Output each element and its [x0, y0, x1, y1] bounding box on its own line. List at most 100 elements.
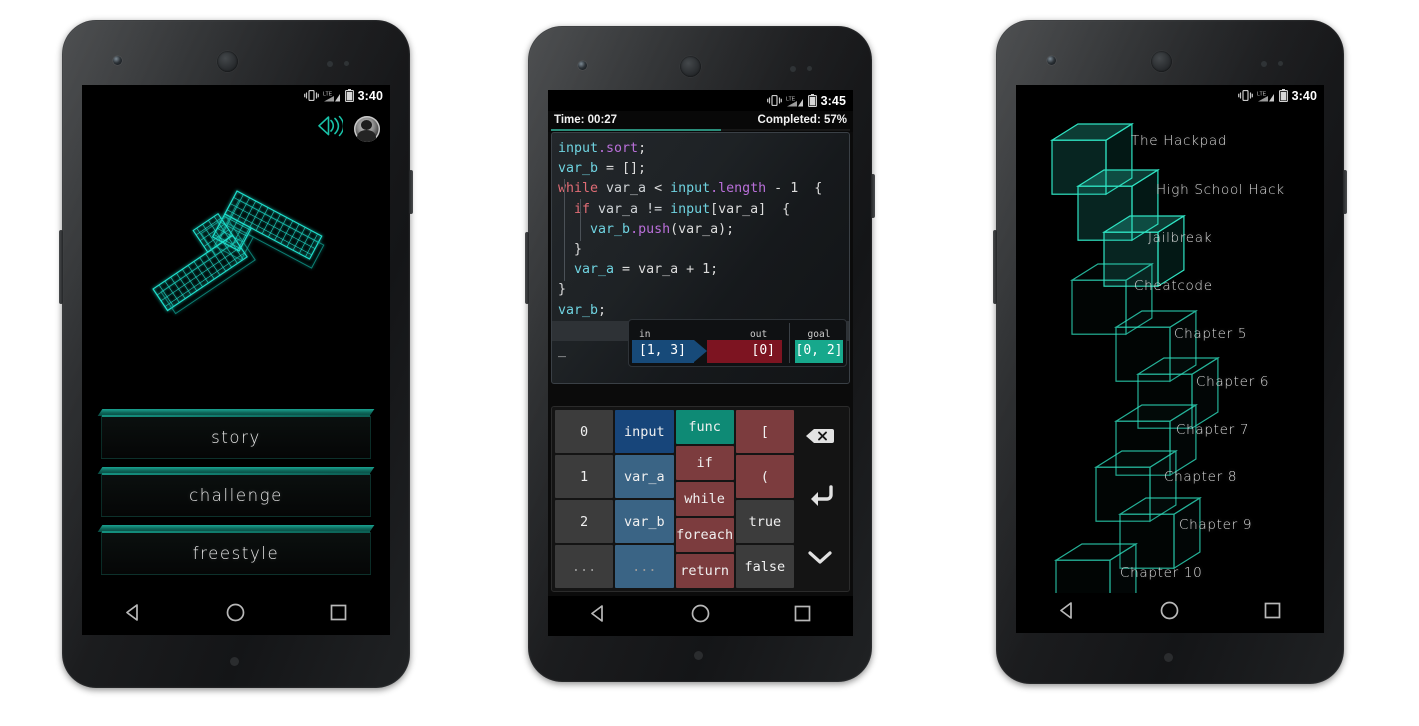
- code-line[interactable]: var_b;: [552, 301, 849, 321]
- nav-back-button[interactable]: [588, 603, 609, 629]
- key-2[interactable]: 2: [555, 500, 614, 543]
- key-var_b[interactable]: var_b: [615, 500, 674, 543]
- progress-fill: [551, 129, 722, 131]
- top-icon-row: [316, 114, 380, 143]
- key-if[interactable]: if: [675, 446, 734, 480]
- android-status-bar: LTE 3:40: [1016, 85, 1324, 106]
- code-token: _: [558, 343, 567, 359]
- code-line[interactable]: }: [552, 240, 849, 260]
- vibrate-icon: [766, 95, 782, 106]
- nav-back-button[interactable]: [123, 602, 144, 628]
- keyboard-column: func if while foreach return: [675, 410, 734, 588]
- button-edge: [102, 473, 370, 475]
- level-label[interactable]: Jailbreak: [1148, 230, 1212, 246]
- level-label[interactable]: Chapter 10: [1120, 565, 1202, 581]
- collapse-keyboard-key[interactable]: [807, 549, 833, 570]
- code-token: }: [558, 242, 583, 258]
- lte-signal-icon: LTE: [786, 95, 804, 107]
- key-return[interactable]: return: [675, 554, 734, 588]
- volume-button[interactable]: [525, 232, 529, 304]
- key-0[interactable]: 0: [555, 410, 614, 453]
- key-input[interactable]: input: [615, 410, 674, 453]
- code-line[interactable]: while var_a < input.length - 1 {: [552, 179, 849, 199]
- menu-item-freestyle[interactable]: freestyle: [97, 525, 375, 575]
- keyboard-column: 0 1 2...: [555, 410, 614, 588]
- key-func[interactable]: func: [675, 410, 734, 444]
- phone-screen: LTE 3:45 Time: 00:27 Completed: 57% inpu…: [548, 90, 853, 636]
- code-line[interactable]: input.sort;: [552, 139, 849, 159]
- front-camera: [1047, 56, 1056, 65]
- key-var_a[interactable]: var_a: [615, 455, 674, 498]
- level-label[interactable]: Chapter 7: [1176, 422, 1249, 438]
- key-while[interactable]: while: [675, 482, 734, 516]
- indent-guide: [564, 179, 565, 281]
- code-token: <: [654, 181, 671, 197]
- battery-icon: [344, 89, 354, 102]
- light-sensor: [344, 61, 349, 66]
- level-label[interactable]: Chapter 5: [1174, 326, 1247, 342]
- level-label[interactable]: The Hackpad: [1131, 133, 1227, 149]
- sound-toggle-icon[interactable]: [316, 114, 345, 143]
- code-editor[interactable]: input.sort; var_b = []; while var_a < inpu…: [551, 132, 850, 384]
- front-camera: [113, 56, 122, 65]
- button-edge: [102, 531, 370, 533]
- power-button[interactable]: [1343, 170, 1347, 214]
- io-goal-panel: in out [1, 3] [0] goal [0, 2]: [628, 319, 847, 367]
- backspace-key[interactable]: [806, 428, 834, 449]
- level-label[interactable]: Chapter 8: [1164, 469, 1237, 485]
- nav-back-button[interactable]: [1057, 600, 1078, 626]
- code-line[interactable]: }: [552, 280, 849, 300]
- level-label[interactable]: High School Hack: [1156, 182, 1285, 198]
- key-true[interactable]: true: [735, 500, 794, 543]
- code-token: var_b: [558, 161, 599, 177]
- key-[interactable]: ...: [615, 545, 674, 588]
- main-menu-screen: story challenge freestyle: [82, 106, 390, 595]
- nav-recents-button[interactable]: [1262, 600, 1283, 626]
- phone-screen: LTE 3:40 story challenge freestyle: [82, 85, 390, 635]
- nav-recents-button[interactable]: [792, 603, 813, 629]
- goal-label: goal: [807, 329, 831, 340]
- code-token: }: [558, 282, 567, 298]
- level-label[interactable]: Chapter 6: [1196, 374, 1269, 390]
- volume-button[interactable]: [59, 230, 63, 304]
- phone-screen: LTE 3:40 The Hackpad High School Hack Jail…: [1016, 85, 1324, 633]
- code-line[interactable]: var_b.push(var_a);: [552, 220, 849, 240]
- key-[interactable]: [: [735, 410, 794, 453]
- enter-key[interactable]: [806, 484, 834, 513]
- profile-avatar[interactable]: [354, 115, 380, 142]
- key-false[interactable]: false: [735, 545, 794, 588]
- power-button[interactable]: [871, 174, 875, 218]
- code-token: var_a: [598, 181, 655, 197]
- menu-item-challenge[interactable]: challenge: [97, 467, 375, 517]
- svg-text:LTE: LTE: [1257, 91, 1267, 97]
- key-foreach[interactable]: foreach: [675, 518, 734, 552]
- nav-home-button[interactable]: [690, 603, 711, 629]
- timer-label: Time: 00:27: [554, 114, 618, 126]
- nav-home-button[interactable]: [1159, 600, 1180, 626]
- key-[interactable]: ...: [555, 545, 614, 588]
- code-token: var_a: [574, 262, 615, 278]
- nav-recents-button[interactable]: [328, 602, 349, 628]
- key-[interactable]: (: [735, 455, 794, 498]
- code-token: input: [670, 181, 711, 197]
- earpiece-speaker: [680, 56, 701, 77]
- phone-main-menu: LTE 3:40 story challenge freestyle: [59, 20, 413, 688]
- panel-divider: [789, 323, 790, 363]
- keyboard-grid: 0 1 2... input var_a var_b... func if while forea…: [555, 410, 794, 588]
- level-label[interactable]: Cheatcode: [1134, 278, 1213, 294]
- power-button[interactable]: [409, 170, 413, 214]
- in-value: [1, 3]: [632, 340, 694, 363]
- progress-track: [551, 129, 850, 131]
- key-1[interactable]: 1: [555, 455, 614, 498]
- menu-item-story[interactable]: story: [97, 409, 375, 459]
- earpiece-speaker: [217, 51, 238, 72]
- wireframe-logo: [82, 166, 390, 356]
- nav-home-button[interactable]: [225, 602, 246, 628]
- code-line[interactable]: var_b = [];: [552, 159, 849, 179]
- code-line[interactable]: var_a = var_a + 1;: [552, 260, 849, 280]
- android-nav-bar: [82, 595, 390, 635]
- volume-button[interactable]: [993, 230, 997, 304]
- level-label[interactable]: Chapter 9: [1179, 517, 1252, 533]
- code-line[interactable]: if var_a != input[var_a] {: [552, 200, 849, 220]
